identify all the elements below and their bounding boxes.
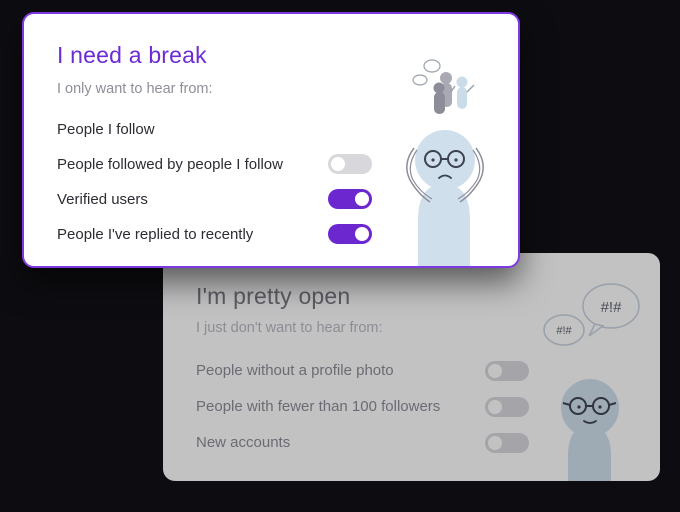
card-title: I need a break (57, 42, 207, 68)
card-subtitle: I just don't want to hear from: (196, 320, 383, 336)
verified-users-toggle[interactable] (328, 189, 372, 209)
new-accounts-toggle[interactable] (485, 433, 529, 453)
toggle-knob (488, 436, 502, 450)
toggle-knob (355, 227, 369, 241)
crowd-figures (433, 72, 475, 114)
option-label-people-i-follow: People I follow (57, 121, 155, 138)
calm-person-illustration: #!# #!# (543, 283, 640, 481)
option-label-no-profile-photo: People without a profile photo (196, 362, 394, 379)
toggle-knob (488, 364, 502, 378)
open-settings-card: I'm pretty open I just don't want to hea… (163, 253, 660, 481)
speech-bubble-small (412, 74, 428, 86)
toggle-knob (355, 192, 369, 206)
option-label-followed-by-follows: People followed by people I follow (57, 156, 283, 173)
replied-recently-toggle[interactable] (328, 224, 372, 244)
option-label-replied-recently: People I've replied to recently (57, 226, 254, 243)
break-settings-card: I need a break I only want to hear from:… (22, 12, 520, 268)
option-label-few-followers: People with fewer than 100 followers (196, 398, 441, 415)
few-followers-toggle[interactable] (485, 397, 529, 417)
speech-bubble-small (423, 59, 441, 73)
option-label-new-accounts: New accounts (196, 434, 291, 451)
bubble-text-large: #!# (601, 299, 623, 316)
card-subtitle: I only want to hear from: (57, 81, 213, 97)
toggle-knob (331, 157, 345, 171)
no-profile-photo-toggle[interactable] (485, 361, 529, 381)
option-label-verified-users: Verified users (57, 191, 148, 208)
bubble-text-small: #!# (556, 325, 572, 337)
followed-by-follows-toggle[interactable] (328, 154, 372, 174)
toggle-knob (488, 400, 502, 414)
card-title: I'm pretty open (196, 283, 351, 309)
overwhelmed-person-illustration (406, 59, 484, 266)
